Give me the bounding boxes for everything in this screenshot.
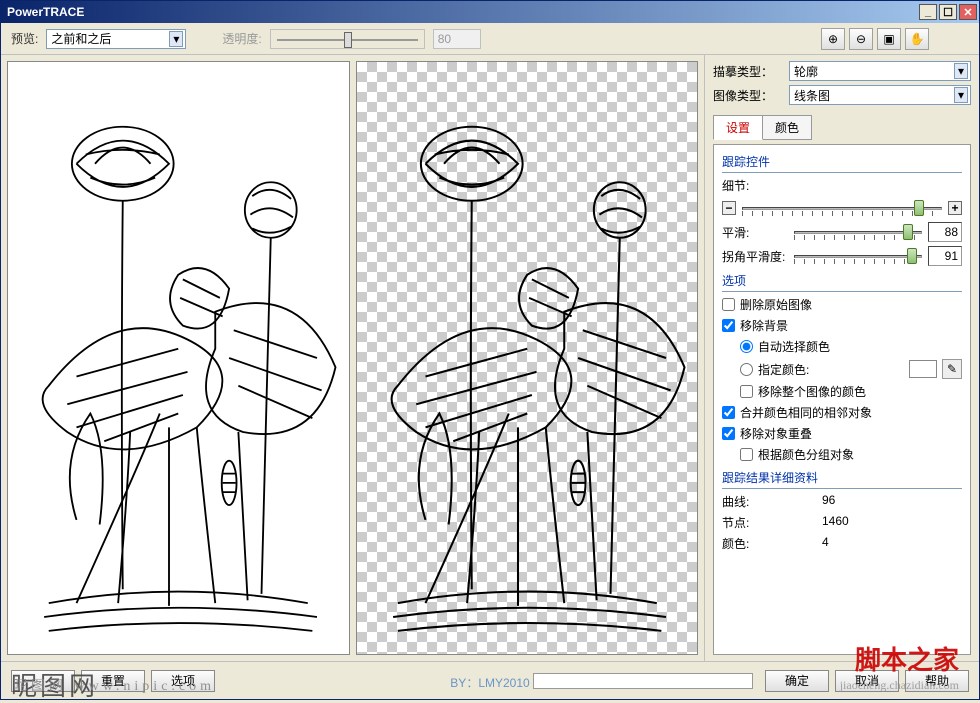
specify-color-radio[interactable]: 指定颜色: ✎ — [722, 359, 962, 379]
merge-adjacent-checkbox[interactable]: 合并颜色相同的相邻对象 — [722, 404, 962, 421]
results-group: 跟踪结果详细资料 — [722, 469, 962, 489]
maximize-button[interactable]: ☐ — [939, 4, 957, 20]
toolbar: 预览: 之前和之后 ▾ 透明度: 80 ⊕ ⊖ ▣ ✋ — [1, 23, 979, 55]
footer: 重置 选项 确定 取消 帮助 昵图网 昵图网 www.nipic.com BY：… — [1, 661, 979, 699]
ok-button[interactable]: 确定 — [765, 670, 829, 692]
title-bar: PowerTRACE _ ☐ ✕ — [1, 1, 979, 23]
watermark-nipic-url: 昵图网 www.nipic.com — [13, 675, 215, 695]
stat-colors: 颜色:4 — [722, 535, 962, 552]
eyedropper-button[interactable]: ✎ — [942, 359, 962, 379]
settings-panel: 跟踪控件 细节: − + 平滑: 88 拐角平滑度: 91 — [713, 144, 971, 655]
tab-settings[interactable]: 设置 — [713, 115, 763, 140]
progress-bar — [533, 673, 753, 689]
pan-button[interactable]: ✋ — [905, 28, 929, 50]
stat-curves: 曲线:96 — [722, 493, 962, 510]
watermark-site-url: jiaocheng.chazidian.com — [840, 678, 959, 693]
zoom-out-button[interactable]: ⊖ — [849, 28, 873, 50]
smooth-slider[interactable] — [794, 222, 922, 242]
remove-whole-color-checkbox[interactable]: 移除整个图像的颜色 — [722, 383, 962, 400]
auto-color-radio[interactable]: 自动选择颜色 — [722, 338, 962, 355]
trace-type-value: 轮廓 — [794, 63, 818, 80]
watermark-site: 脚本之家 — [855, 640, 959, 677]
zoom-out-icon: ⊖ — [856, 32, 866, 46]
transparency-label: 透明度: — [222, 30, 261, 47]
trace-controls-group: 跟踪控件 — [722, 153, 962, 173]
detail-plus-button[interactable]: + — [948, 201, 962, 215]
corner-slider[interactable] — [794, 246, 922, 266]
preview-after[interactable] — [356, 61, 699, 655]
hand-icon: ✋ — [910, 32, 925, 46]
lotus-after-image — [357, 62, 698, 654]
side-panel: 描摹类型： 轮廓 ▾ 图像类型： 线条图 ▾ 设置 颜色 跟踪控件 — [704, 55, 979, 661]
group-by-color-checkbox[interactable]: 根据颜色分组对象 — [722, 446, 962, 463]
watermark-credit: BY：LMY2010 — [450, 674, 529, 691]
preview-area — [1, 55, 704, 661]
detail-slider[interactable] — [742, 198, 942, 218]
zoom-fit-button[interactable]: ▣ — [877, 28, 901, 50]
image-type-value: 线条图 — [794, 87, 830, 104]
close-button[interactable]: ✕ — [959, 4, 977, 20]
lotus-before-image — [8, 62, 349, 654]
smooth-value[interactable]: 88 — [928, 222, 962, 242]
options-group: 选项 — [722, 272, 962, 292]
chevron-down-icon: ▾ — [954, 87, 968, 103]
zoom-in-button[interactable]: ⊕ — [821, 28, 845, 50]
remove-overlap-checkbox[interactable]: 移除对象重叠 — [722, 425, 962, 442]
image-type-label: 图像类型： — [713, 87, 783, 104]
image-type-select[interactable]: 线条图 ▾ — [789, 85, 971, 105]
detail-minus-button[interactable]: − — [722, 201, 736, 215]
zoom-in-icon: ⊕ — [828, 32, 838, 46]
preview-label: 预览: — [11, 30, 38, 47]
corner-label: 拐角平滑度: — [722, 248, 788, 265]
corner-value[interactable]: 91 — [928, 246, 962, 266]
remove-background-checkbox[interactable]: 移除背景 — [722, 317, 962, 334]
preview-mode-value: 之前和之后 — [51, 30, 111, 47]
trace-type-label: 描摹类型： — [713, 63, 783, 80]
minimize-button[interactable]: _ — [919, 4, 937, 20]
window-title: PowerTRACE — [3, 5, 917, 19]
transparency-value[interactable]: 80 — [433, 29, 481, 49]
color-swatch[interactable] — [909, 360, 937, 378]
delete-original-checkbox[interactable]: 删除原始图像 — [722, 296, 962, 313]
chevron-down-icon: ▾ — [169, 31, 183, 47]
transparency-slider[interactable] — [270, 29, 425, 49]
detail-label: 细节: — [722, 177, 788, 194]
eyedropper-icon: ✎ — [947, 362, 957, 376]
trace-type-select[interactable]: 轮廓 ▾ — [789, 61, 971, 81]
stat-nodes: 节点:1460 — [722, 514, 962, 531]
tabs: 设置 颜色 — [713, 115, 971, 140]
tab-colors[interactable]: 颜色 — [762, 115, 812, 140]
fit-icon: ▣ — [883, 32, 894, 46]
chevron-down-icon: ▾ — [954, 63, 968, 79]
smooth-label: 平滑: — [722, 224, 788, 241]
preview-mode-select[interactable]: 之前和之后 ▾ — [46, 29, 186, 49]
preview-before[interactable] — [7, 61, 350, 655]
